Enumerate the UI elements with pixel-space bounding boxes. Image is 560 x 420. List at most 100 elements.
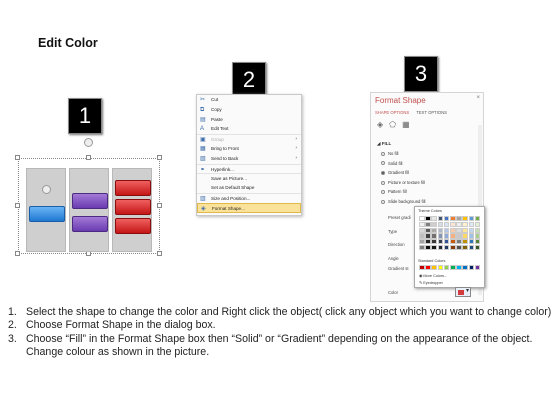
color-swatch[interactable] — [443, 216, 450, 222]
color-swatch[interactable] — [474, 239, 481, 245]
color-swatch[interactable] — [456, 239, 462, 245]
fill-option[interactable]: No fill — [381, 151, 398, 156]
color-swatch[interactable] — [474, 221, 481, 227]
shape-column[interactable] — [112, 168, 152, 252]
color-swatch[interactable] — [456, 265, 462, 271]
red-bar[interactable] — [115, 199, 151, 215]
fill-line-icon[interactable]: ◈ — [377, 120, 389, 129]
color-swatch[interactable] — [443, 244, 450, 251]
tab-text-options[interactable]: TEXT OPTIONS — [416, 110, 447, 115]
color-swatch[interactable] — [419, 244, 425, 251]
color-swatch[interactable] — [474, 227, 481, 233]
tab-shape-options[interactable]: SHAPE OPTIONS — [375, 110, 409, 115]
rotate-handle[interactable] — [42, 185, 51, 194]
color-swatch[interactable] — [462, 239, 468, 245]
menu-item[interactable]: ▥ Size and Position... — [197, 192, 301, 203]
shape-column[interactable] — [69, 168, 109, 252]
fill-option[interactable]: Gradient fill — [381, 170, 409, 175]
color-swatch[interactable] — [437, 239, 444, 245]
menu-item[interactable]: ◈ Format Shape... — [197, 202, 301, 213]
color-swatch[interactable] — [468, 244, 475, 251]
color-swatch[interactable] — [468, 221, 475, 227]
resize-handle[interactable] — [15, 251, 20, 256]
color-swatch[interactable] — [474, 244, 481, 251]
color-swatch[interactable] — [462, 244, 468, 251]
color-swatch[interactable] — [419, 233, 425, 239]
color-swatch[interactable] — [474, 265, 481, 271]
color-swatch[interactable] — [425, 239, 431, 245]
color-swatch[interactable] — [443, 221, 450, 227]
menu-item[interactable]: Save as Picture... — [197, 173, 301, 183]
resize-handle[interactable] — [15, 203, 20, 208]
fill-color-dropdown[interactable] — [455, 287, 471, 297]
menu-item[interactable]: ✂ Cut — [197, 95, 301, 105]
color-swatch[interactable] — [419, 239, 425, 245]
color-swatch[interactable] — [425, 227, 431, 233]
radio-button[interactable] — [381, 171, 385, 176]
color-swatch[interactable] — [443, 227, 450, 233]
purple-bar[interactable] — [72, 193, 108, 209]
fill-option[interactable]: Slide background fill — [381, 199, 425, 204]
color-swatch[interactable] — [456, 244, 462, 251]
color-swatch[interactable] — [431, 239, 437, 245]
color-swatch[interactable] — [449, 239, 456, 245]
color-swatch[interactable] — [437, 233, 444, 239]
shape-group[interactable] — [15, 138, 162, 256]
color-swatch[interactable] — [425, 216, 431, 222]
close-icon[interactable]: × — [476, 95, 480, 101]
color-swatch[interactable] — [419, 216, 425, 222]
color-swatch[interactable] — [449, 227, 456, 233]
color-swatch[interactable] — [437, 216, 444, 222]
color-swatch[interactable] — [419, 227, 425, 233]
fill-option[interactable]: Picture or texture fill — [381, 180, 425, 185]
color-swatch[interactable] — [443, 239, 450, 245]
eyedropper-item[interactable]: ✎ Eyedropper — [419, 280, 443, 285]
fill-option[interactable]: Solid fill — [381, 161, 402, 166]
resize-handle[interactable] — [157, 251, 162, 256]
color-swatch[interactable] — [437, 227, 444, 233]
radio-button[interactable] — [381, 180, 385, 185]
color-swatch[interactable] — [449, 244, 456, 251]
radio-button[interactable] — [381, 199, 385, 204]
color-swatch[interactable] — [449, 221, 456, 227]
red-bar[interactable] — [115, 180, 151, 196]
color-swatch[interactable] — [431, 265, 437, 271]
resize-handle[interactable] — [157, 203, 162, 208]
color-swatch[interactable] — [443, 265, 450, 271]
color-swatch[interactable] — [431, 227, 437, 233]
resize-handle[interactable] — [15, 155, 20, 160]
red-bar[interactable] — [115, 218, 151, 234]
color-swatch[interactable] — [443, 233, 450, 239]
menu-item[interactable]: ▧ Send to Back › — [197, 154, 301, 164]
menu-item[interactable]: A Edit Text — [197, 124, 301, 134]
fill-section-header[interactable]: ◢ FILL — [377, 141, 391, 147]
menu-item[interactable]: ▦ Bring to Front › — [197, 144, 301, 154]
menu-item[interactable]: ▣ Group › — [197, 134, 301, 144]
color-swatch[interactable] — [468, 233, 475, 239]
menu-item[interactable]: ▤ Paste — [197, 115, 301, 125]
color-swatch[interactable] — [449, 265, 456, 271]
color-swatch[interactable] — [419, 221, 425, 227]
color-swatch[interactable] — [462, 233, 468, 239]
effects-icon[interactable]: ⬠ — [389, 120, 402, 129]
blue-bar[interactable] — [29, 206, 65, 222]
radio-button[interactable] — [381, 190, 385, 195]
color-swatch[interactable] — [425, 221, 431, 227]
color-swatch[interactable] — [462, 265, 468, 271]
color-swatch[interactable] — [468, 239, 475, 245]
color-swatch[interactable] — [468, 265, 475, 271]
color-swatch[interactable] — [437, 221, 444, 227]
color-swatch[interactable] — [419, 265, 425, 271]
fill-option[interactable]: Pattern fill — [381, 189, 407, 194]
rotate-handle[interactable] — [84, 138, 93, 147]
color-swatch[interactable] — [462, 216, 468, 222]
color-swatch[interactable] — [431, 216, 437, 222]
color-swatch[interactable] — [425, 233, 431, 239]
resize-handle[interactable] — [86, 155, 91, 160]
color-swatch[interactable] — [431, 233, 437, 239]
menu-item[interactable]: Set as Default Shape — [197, 183, 301, 193]
color-swatch[interactable] — [431, 244, 437, 251]
color-swatch[interactable] — [449, 216, 456, 222]
more-colors-item[interactable]: ◉ More Colors... — [419, 273, 447, 278]
color-swatch[interactable] — [456, 221, 462, 227]
